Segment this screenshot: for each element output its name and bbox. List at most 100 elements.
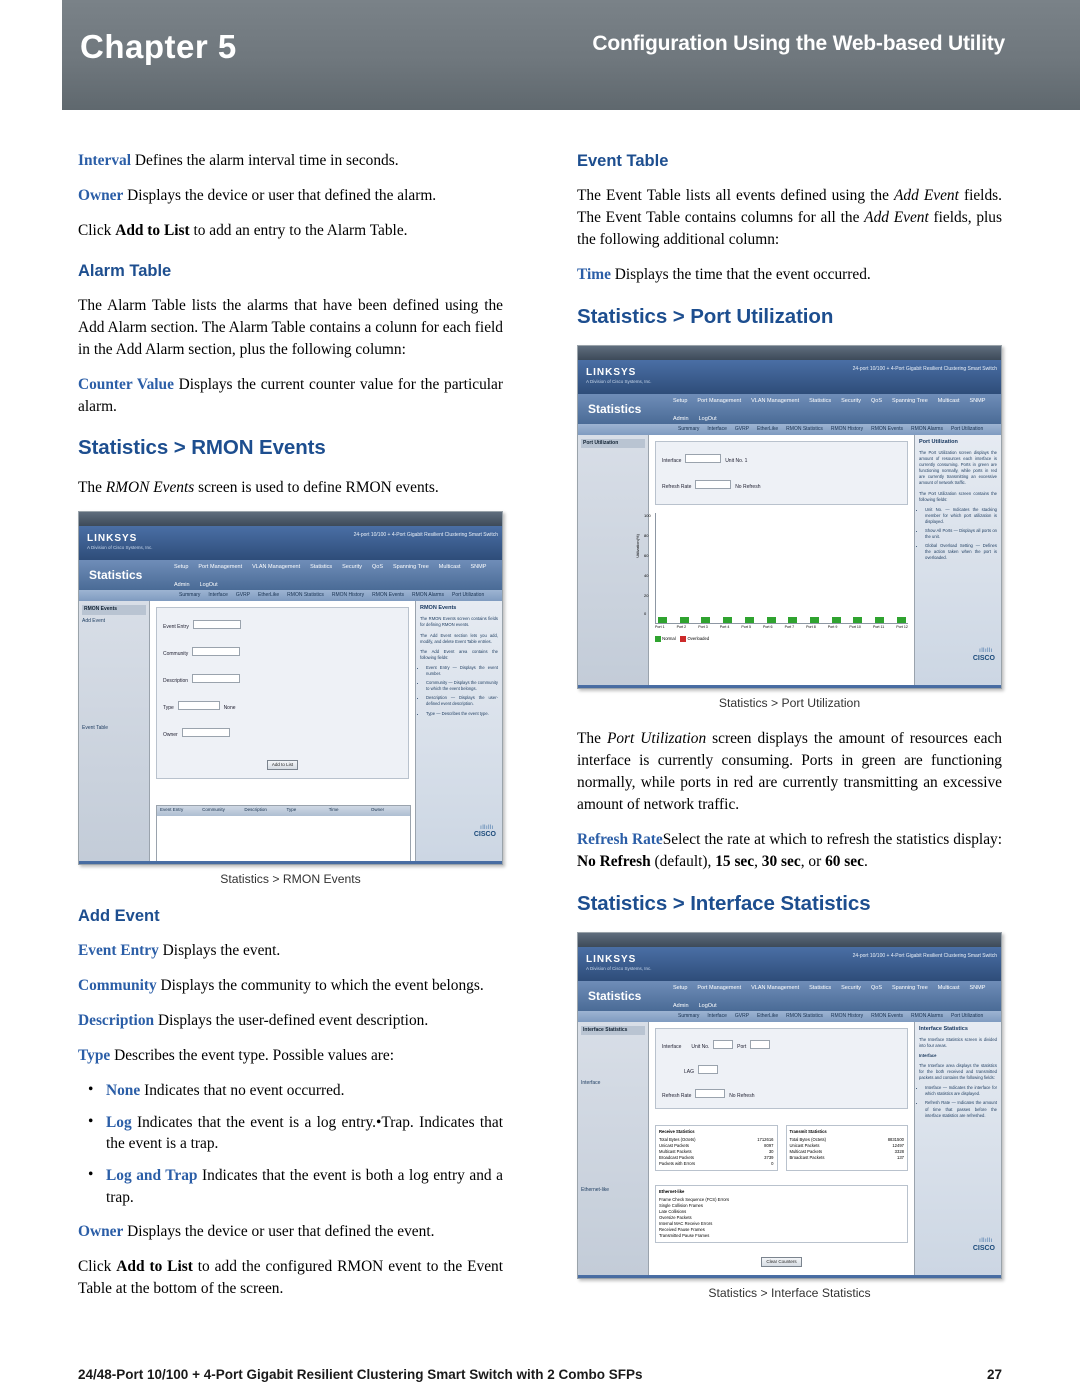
description-input[interactable] (191, 674, 240, 684)
port-select[interactable] (750, 1039, 771, 1049)
pu-subtab-row[interactable]: Summary Interface GVRP EtherLike RMON St… (578, 424, 1001, 436)
subtab[interactable]: GVRP (236, 592, 250, 599)
owner-input[interactable] (181, 727, 230, 737)
subtab[interactable]: Port Utilization (452, 592, 484, 599)
event-entry-input[interactable] (192, 620, 241, 630)
subtab[interactable]: Interface (707, 1013, 726, 1020)
unit-select[interactable] (685, 454, 722, 463)
nav-item[interactable]: Ethernet-like (581, 1187, 645, 1194)
type-select[interactable] (177, 701, 220, 710)
menu-item[interactable]: QoS (871, 398, 882, 406)
subtab[interactable]: RMON Alarms (911, 426, 943, 433)
is-left-nav[interactable]: Interface Statistics Interface Ethernet-… (578, 1021, 649, 1275)
subtab[interactable]: RMON Statistics (287, 592, 324, 599)
menu-item[interactable]: VLAN Management (751, 398, 799, 406)
menu-item[interactable]: Port Management (198, 564, 242, 572)
menu-item[interactable]: Multicast (439, 564, 461, 572)
is-subtab-row[interactable]: Summary Interface GVRP EtherLike RMON St… (578, 1010, 1001, 1022)
nav-item[interactable]: Interface (581, 1080, 645, 1087)
menu-item[interactable]: LogOut (200, 582, 218, 590)
menu-item[interactable]: Statistics (809, 985, 831, 993)
subtab[interactable]: RMON Events (372, 592, 404, 599)
menu-item[interactable]: Security (342, 564, 362, 572)
subtab[interactable]: RMON Alarms (911, 1013, 943, 1020)
lag-radio-label[interactable]: LAG (684, 1069, 694, 1075)
menu-item[interactable]: Multicast (938, 985, 960, 993)
menu-item[interactable]: Admin (673, 416, 689, 424)
menu-item[interactable]: Port Management (697, 398, 741, 406)
menu-item[interactable]: LogOut (699, 416, 717, 424)
subtab[interactable]: EtherLike (757, 426, 778, 433)
subtab[interactable]: Port Utilization (951, 1013, 983, 1020)
rr-t3: , (754, 852, 762, 870)
subtab[interactable]: EtherLike (757, 1013, 778, 1020)
menu-item[interactable]: VLAN Management (252, 564, 300, 572)
subtab[interactable]: RMON Alarms (412, 592, 444, 599)
menu-item[interactable]: Setup (673, 985, 687, 993)
menu-item[interactable]: Admin (673, 1003, 689, 1011)
menu-item[interactable]: Port Management (697, 985, 741, 993)
menu-item[interactable]: Spanning Tree (393, 564, 429, 572)
subtab[interactable]: RMON History (831, 1013, 863, 1020)
x-tick: Port 5 (741, 624, 751, 629)
subtab[interactable]: GVRP (735, 426, 749, 433)
term-time: Time (577, 266, 611, 284)
is-menu-row[interactable]: Setup Port Management VLAN Management St… (673, 985, 997, 1011)
add-to-list-button[interactable]: Add to List (266, 759, 299, 771)
pu-body: Port Utilization Interface Unit No. 1 Re… (578, 435, 1001, 686)
rr-opt2: 15 sec (715, 852, 755, 870)
subtab[interactable]: RMON History (831, 426, 863, 433)
menu-item[interactable]: QoS (372, 564, 383, 572)
lag-select[interactable] (697, 1064, 718, 1074)
menu-item[interactable]: SNMP (969, 398, 985, 406)
rr-opt3: 30 sec (761, 852, 801, 870)
subtab[interactable]: RMON Events (871, 426, 903, 433)
rmon-subtab-row[interactable]: Summary Interface GVRP EtherLike RMON St… (79, 590, 502, 602)
menu-item[interactable]: VLAN Management (751, 985, 799, 993)
subtab[interactable]: Interface (707, 426, 726, 433)
menu-item[interactable]: Multicast (938, 398, 960, 406)
menu-item[interactable]: SNMP (969, 985, 985, 993)
nav-item[interactable]: Port Utilization (581, 439, 645, 449)
refresh-rate-select[interactable] (695, 1089, 726, 1099)
subtab[interactable]: RMON Statistics (786, 426, 823, 433)
nav-item[interactable]: Add Event (82, 618, 146, 625)
menu-item[interactable]: Setup (174, 564, 188, 572)
menu-item[interactable]: LogOut (699, 1003, 717, 1011)
menu-item[interactable]: QoS (871, 985, 882, 993)
menu-item[interactable]: Setup (673, 398, 687, 406)
event-table-i1: Add Event (893, 187, 959, 205)
port-radio-label[interactable]: Port (737, 1044, 746, 1050)
nav-item[interactable]: RMON Events (82, 605, 146, 615)
subtab[interactable]: Summary (678, 1013, 699, 1020)
unit-radio-label[interactable]: Unit No. (691, 1044, 709, 1050)
unit-select[interactable] (713, 1039, 734, 1049)
menu-item[interactable]: Statistics (310, 564, 332, 572)
menu-item[interactable]: Statistics (809, 398, 831, 406)
subtab[interactable]: RMON Events (871, 1013, 903, 1020)
pu-menu-row[interactable]: Setup Port Management VLAN Management St… (673, 398, 997, 424)
subtab[interactable]: EtherLike (258, 592, 279, 599)
clear-counters-button[interactable]: Clear Counters (761, 1256, 802, 1268)
subtab[interactable]: RMON History (332, 592, 364, 599)
refresh-rate-select[interactable] (695, 479, 732, 489)
subtab[interactable]: RMON Statistics (786, 1013, 823, 1020)
rmon-menu-row[interactable]: Setup Port Management VLAN Management St… (174, 564, 498, 590)
linksys-sublogo: A Division of Cisco Systems, Inc. (586, 965, 652, 971)
subtab[interactable]: GVRP (735, 1013, 749, 1020)
subtab[interactable]: Port Utilization (951, 426, 983, 433)
menu-item[interactable]: Spanning Tree (892, 398, 928, 406)
subtab[interactable]: Interface (208, 592, 227, 599)
subtab[interactable]: Summary (678, 426, 699, 433)
community-input[interactable] (192, 647, 241, 657)
subtab[interactable]: Summary (179, 592, 200, 599)
menu-item[interactable]: Spanning Tree (892, 985, 928, 993)
menu-item[interactable]: Admin (174, 582, 190, 590)
nav-item[interactable]: Interface Statistics (581, 1025, 645, 1035)
menu-item[interactable]: Security (841, 985, 861, 993)
menu-item[interactable]: Security (841, 398, 861, 406)
rmon-left-nav[interactable]: RMON Events Add Event Event Table (79, 601, 150, 862)
menu-item[interactable]: SNMP (470, 564, 486, 572)
nav-item[interactable]: Event Table (82, 725, 146, 732)
pu-left-nav[interactable]: Port Utilization (578, 435, 649, 686)
